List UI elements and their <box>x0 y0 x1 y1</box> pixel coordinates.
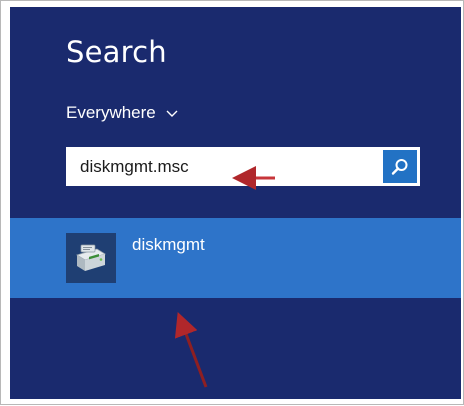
scope-dropdown[interactable]: Everywhere <box>66 103 178 123</box>
search-pane: Search Everywhere diskmgmt.msc diskmgmt <box>10 7 461 399</box>
disk-management-icon <box>66 233 116 283</box>
search-input[interactable] <box>67 148 383 185</box>
magnifier-icon <box>391 158 408 175</box>
scope-label: Everywhere <box>66 103 156 122</box>
result-label: diskmgmt <box>132 235 205 254</box>
search-box <box>66 147 420 186</box>
screenshot-frame: Search Everywhere diskmgmt.msc diskmgmt <box>0 0 464 405</box>
search-result-item[interactable]: diskmgmt <box>10 218 461 298</box>
chevron-down-icon <box>166 110 178 117</box>
search-button[interactable] <box>383 150 417 183</box>
pane-title: Search <box>66 35 167 69</box>
